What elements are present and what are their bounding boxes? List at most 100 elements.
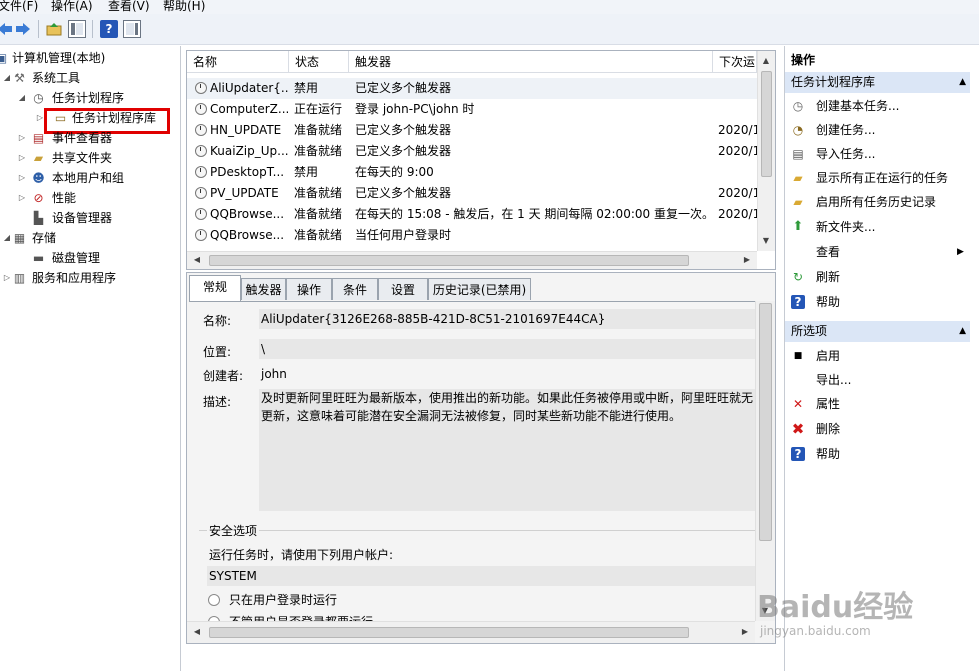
scroll-up-arrow-icon[interactable]: ▲ bbox=[758, 53, 774, 69]
scroll-down-arrow-icon[interactable]: ▼ bbox=[758, 233, 774, 249]
action-create-basic-task[interactable]: ◷ 创建基本任务... bbox=[785, 94, 975, 118]
task-icon bbox=[195, 187, 207, 199]
menu-file[interactable]: 文件(F) bbox=[0, 0, 38, 14]
action-create-task[interactable]: ◔ 创建任务... bbox=[785, 118, 975, 142]
scroll-thumb[interactable] bbox=[761, 71, 772, 177]
action-enable-history[interactable]: ▰ 启用所有任务历史记录 bbox=[785, 190, 975, 214]
name-field[interactable]: AliUpdater{3126E268-885B-421D-8C51-21016… bbox=[259, 309, 759, 329]
column-header-name[interactable]: 名称 bbox=[187, 51, 289, 73]
task-library-icon: ▭ bbox=[54, 111, 67, 125]
scroll-right-arrow-icon[interactable]: ▶ bbox=[739, 252, 755, 268]
column-header-status[interactable]: 状态 bbox=[289, 51, 349, 73]
table-row[interactable]: KuaiZip_Up... 准备就绪 已定义多个触发器 2020/1 bbox=[187, 141, 757, 162]
tab-settings[interactable]: 设置 bbox=[378, 278, 428, 300]
task-icon bbox=[195, 166, 207, 178]
detail-horizontal-scrollbar[interactable]: ◀ ▶ bbox=[187, 621, 755, 643]
task-scheduler-icon: ◷ bbox=[33, 91, 44, 105]
action-help-selected[interactable]: ? 帮助 bbox=[785, 442, 975, 466]
task-icon bbox=[195, 208, 207, 220]
location-field[interactable]: \ bbox=[259, 339, 759, 359]
section-header-task-library[interactable]: 任务计划程序库 ▲ bbox=[785, 72, 970, 93]
action-enable[interactable]: ■ 启用 bbox=[785, 344, 975, 368]
action-view[interactable]: 查看 ▶ bbox=[785, 240, 975, 264]
expand-arrow-icon[interactable]: ▷ bbox=[17, 188, 27, 208]
scroll-right-arrow-icon[interactable]: ▶ bbox=[737, 624, 753, 640]
menu-help[interactable]: 帮助(H) bbox=[163, 0, 205, 14]
show-hide-tree-icon[interactable] bbox=[68, 20, 86, 38]
collapse-arrow-icon[interactable]: ◢ bbox=[17, 88, 27, 108]
computer-management-icon: ▣ bbox=[0, 51, 8, 65]
action-help[interactable]: ? 帮助 bbox=[785, 290, 975, 314]
toolbar-separator bbox=[92, 20, 93, 38]
tab-conditions[interactable]: 条件 bbox=[332, 278, 378, 300]
scroll-thumb[interactable] bbox=[759, 303, 772, 541]
action-new-folder[interactable]: ⬆ 新文件夹... bbox=[785, 215, 975, 239]
collapse-section-icon[interactable]: ▲ bbox=[959, 321, 966, 342]
scroll-left-arrow-icon[interactable]: ◀ bbox=[189, 624, 205, 640]
forward-arrow-icon[interactable] bbox=[14, 20, 32, 38]
tab-general[interactable]: 常规 bbox=[189, 275, 241, 301]
event-viewer-icon: ▤ bbox=[32, 131, 45, 145]
tree-item-task-library[interactable]: ▷ ▭ 任务计划程序库 bbox=[0, 108, 180, 134]
action-properties[interactable]: ✕ 属性 bbox=[785, 392, 975, 416]
detail-vertical-scrollbar[interactable]: ▼ bbox=[755, 301, 775, 621]
table-row[interactable]: PDesktopT... 禁用 在每天的 9:00 bbox=[187, 162, 757, 183]
help-icon: ? bbox=[791, 295, 805, 309]
task-icon bbox=[195, 103, 207, 115]
table-row[interactable]: ComputerZ... 正在运行 登录 john-PC\john 时 bbox=[187, 99, 757, 120]
collapse-section-icon[interactable]: ▲ bbox=[959, 72, 966, 93]
general-tab-content: 名称: AliUpdater{3126E268-885B-421D-8C51-2… bbox=[189, 301, 759, 629]
new-folder-icon: ⬆ bbox=[792, 219, 804, 234]
create-basic-task-icon: ◷ bbox=[792, 99, 804, 113]
task-list-horizontal-scrollbar[interactable]: ◀ ▶ bbox=[187, 251, 757, 269]
task-list-vertical-scrollbar[interactable]: ▲ ▼ bbox=[757, 51, 775, 251]
run-as-account-field[interactable]: SYSTEM bbox=[207, 566, 759, 586]
delete-icon: ✖ bbox=[791, 420, 805, 438]
collapse-arrow-icon[interactable]: ◢ bbox=[2, 68, 12, 88]
tab-triggers[interactable]: 触发器 bbox=[241, 278, 286, 300]
tab-history[interactable]: 历史记录(已禁用) bbox=[428, 278, 531, 300]
menu-view[interactable]: 查看(V) bbox=[108, 0, 150, 14]
show-hide-action-pane-icon[interactable] bbox=[123, 20, 141, 38]
scroll-thumb[interactable] bbox=[209, 627, 689, 638]
back-arrow-icon[interactable] bbox=[0, 20, 14, 38]
toolbar-separator bbox=[38, 20, 39, 38]
column-header-trigger[interactable]: 触发器 bbox=[349, 51, 713, 73]
table-row[interactable]: HN_UPDATE 准备就绪 已定义多个触发器 2020/1 bbox=[187, 120, 757, 141]
radio-run-when-logged-on-label: 只在用户登录时运行 bbox=[229, 593, 338, 607]
enable-icon: ■ bbox=[793, 351, 803, 361]
table-row[interactable]: QQBrowse... 准备就绪 在每天的 15:08 - 触发后，在 1 天 … bbox=[187, 204, 757, 225]
scroll-left-arrow-icon[interactable]: ◀ bbox=[189, 252, 205, 268]
action-delete[interactable]: ✖ 删除 bbox=[785, 417, 975, 441]
action-import-task[interactable]: ▤ 导入任务... bbox=[785, 142, 975, 166]
table-row[interactable]: QQBrowse... 准备就绪 当任何用户登录时 bbox=[187, 225, 757, 246]
security-divider bbox=[199, 530, 755, 531]
expand-arrow-icon[interactable]: ▷ bbox=[17, 148, 27, 168]
menu-action[interactable]: 操作(A) bbox=[51, 0, 93, 14]
column-header-next-run[interactable]: 下次运 bbox=[713, 51, 757, 73]
expand-arrow-icon[interactable]: ▷ bbox=[17, 168, 27, 188]
expand-arrow-icon[interactable]: ▷ bbox=[2, 268, 12, 288]
help-icon[interactable]: ? bbox=[100, 20, 118, 38]
action-show-running-tasks[interactable]: ▰ 显示所有正在运行的任务 bbox=[785, 166, 975, 190]
tab-actions[interactable]: 操作 bbox=[286, 278, 332, 300]
table-row[interactable]: AliUpdater{... 禁用 已定义多个触发器 bbox=[187, 78, 757, 99]
up-folder-icon[interactable] bbox=[45, 20, 63, 38]
baidu-watermark-url: jingyan.baidu.com bbox=[760, 624, 871, 638]
radio-run-when-logged-on[interactable] bbox=[208, 594, 220, 606]
action-export[interactable]: 导出... bbox=[785, 368, 975, 392]
console-tree: ▣ 计算机管理(本地) ◢ ⚒ 系统工具 ◢ ◷ 任务计划程序 ▷ ▭ 任务计划… bbox=[0, 46, 181, 671]
action-refresh[interactable]: ↻ 刷新 bbox=[785, 265, 975, 289]
baidu-watermark: Baidu经验 bbox=[757, 590, 914, 625]
description-field[interactable]: 及时更新阿里旺旺为最新版本，使用推出的新功能。如果此任务被停用或中断，阿里旺旺就… bbox=[259, 389, 759, 511]
task-icon bbox=[195, 82, 207, 94]
section-header-selected-item[interactable]: 所选项 ▲ bbox=[785, 321, 970, 342]
scroll-thumb[interactable] bbox=[209, 255, 689, 266]
run-as-label: 运行任务时，请使用下列用户帐户: bbox=[209, 548, 394, 562]
collapse-arrow-icon[interactable]: ◢ bbox=[2, 228, 12, 248]
expand-arrow-icon[interactable]: ▷ bbox=[17, 128, 27, 148]
task-list: 名称 状态 触发器 下次运 AliUpdater{... 禁用 已定义多个触发器… bbox=[186, 50, 776, 270]
help-icon: ? bbox=[791, 447, 805, 461]
author-field[interactable]: john bbox=[259, 364, 759, 384]
table-row[interactable]: PV_UPDATE 准备就绪 已定义多个触发器 2020/1 bbox=[187, 183, 757, 204]
